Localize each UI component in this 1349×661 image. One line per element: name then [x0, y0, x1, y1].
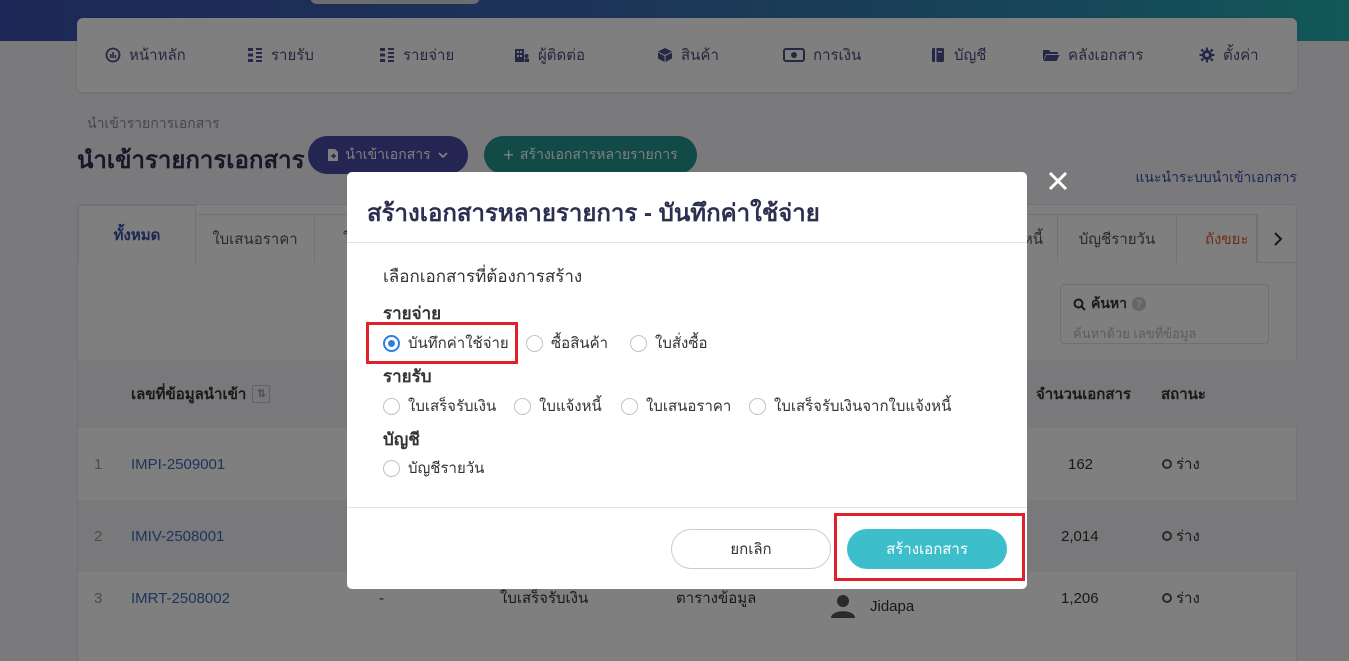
radio-button[interactable]: [383, 459, 400, 477]
radio-receipt-from-invoice[interactable]: ใบเสร็จรับเงินจากใบแจ้งหนี้: [749, 394, 951, 418]
radio-quotation[interactable]: ใบเสนอราคา: [621, 394, 731, 418]
radio-label: ใบแจ้งหนี้: [539, 398, 602, 415]
radio-label: บัญชีรายวัน: [408, 460, 485, 477]
divider: [347, 242, 1027, 243]
radio-button[interactable]: [526, 334, 543, 352]
radio-label: ใบเสร็จรับเงิน: [408, 398, 497, 415]
close-icon: [1048, 171, 1068, 191]
radio-button[interactable]: [383, 397, 400, 415]
radio-label: ใบเสร็จรับเงินจากใบแจ้งหนี้: [774, 398, 952, 415]
highlight-box-submit: [834, 513, 1025, 581]
group-label-account: บัญชี: [383, 430, 420, 449]
radio-label: ใบเสนอราคา: [646, 398, 732, 415]
radio-label: ใบสั่งซื้อ: [655, 335, 708, 352]
modal-title: สร้างเอกสารหลายรายการ - บันทึกค่าใช้จ่าย: [367, 200, 820, 227]
cancel-button[interactable]: ยกเลิก: [671, 529, 831, 569]
radio-button[interactable]: [749, 397, 766, 415]
radio-button[interactable]: [621, 397, 638, 415]
group-label-income: รายรับ: [383, 367, 432, 386]
radio-invoice[interactable]: ใบแจ้งหนี้: [514, 394, 602, 418]
radio-journal[interactable]: บัญชีรายวัน: [383, 456, 484, 480]
radio-purchase[interactable]: ซื้อสินค้า: [526, 331, 608, 355]
radio-purchase-order[interactable]: ใบสั่งซื้อ: [630, 331, 708, 355]
radio-button[interactable]: [514, 397, 531, 415]
radio-button[interactable]: [630, 334, 647, 352]
radio-receipt[interactable]: ใบเสร็จรับเงิน: [383, 394, 496, 418]
divider: [347, 507, 1027, 508]
highlight-box-selected-option: [366, 322, 518, 364]
close-modal-button[interactable]: [1043, 168, 1073, 198]
modal-subtitle: เลือกเอกสารที่ต้องการสร้าง: [383, 267, 583, 286]
radio-label: ซื้อสินค้า: [551, 335, 609, 352]
